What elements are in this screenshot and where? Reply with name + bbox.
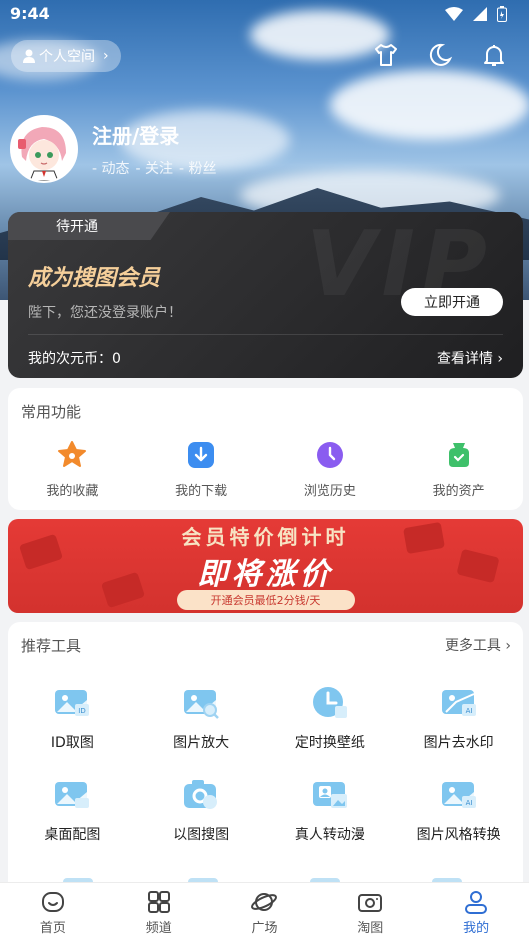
vip-status-tab: 待开通 — [8, 212, 170, 240]
user-icon — [23, 49, 35, 63]
common-functions-card: 常用功能 我的收藏 我的下载 浏览历史 我的资产 — [8, 388, 523, 510]
nav-label: 首页 — [39, 921, 66, 936]
downloads-label: 我的下载 — [175, 484, 228, 499]
tool-label: 桌面配图 — [44, 827, 101, 843]
timer-wallpaper-icon — [311, 686, 349, 720]
grid-icon — [147, 891, 170, 913]
personal-space-label: 个人空间 — [39, 49, 95, 65]
profile-icon — [465, 891, 488, 914]
wallet-icon — [444, 440, 474, 470]
vip-title: 成为搜图会员 — [28, 266, 161, 291]
home-icon — [41, 892, 64, 912]
open-vip-button[interactable]: 立即开通 — [401, 288, 503, 316]
tool-label: 图片放大 — [173, 735, 230, 751]
stat-followers[interactable]: - 粉丝 — [179, 158, 217, 178]
personal-space-button[interactable]: 个人空间 › — [11, 40, 121, 72]
history-button[interactable]: 浏览历史 — [266, 440, 395, 499]
favorites-button[interactable]: 我的收藏 — [8, 440, 137, 499]
tool-label: 图片去水印 — [423, 735, 494, 751]
common-functions-title: 常用功能 — [21, 403, 82, 421]
tool-label: 定时换壁纸 — [294, 735, 365, 751]
tool-style-transfer[interactable]: AI 图片风格转换 — [394, 778, 523, 844]
tool-label: 图片风格转换 — [416, 827, 501, 843]
tools-grid: ID ID取图 图片放大 定时换壁纸 AI 图片去水印 桌面配图 以图搜图 真人… — [8, 686, 523, 844]
login-register-link[interactable]: 注册/登录 — [92, 120, 179, 149]
chevron-right-icon: › — [103, 48, 109, 64]
tool-desktop-image[interactable]: 桌面配图 — [8, 778, 137, 844]
nav-home[interactable]: 首页 — [0, 883, 106, 942]
banner-countdown-text: 会员特价倒计时 — [181, 525, 350, 549]
tshirt-icon[interactable] — [373, 42, 399, 68]
more-tools-link[interactable]: 更多工具 › — [445, 635, 511, 655]
banner-headline: 即将涨价 — [197, 557, 334, 592]
stat-following[interactable]: - 关注 — [136, 158, 174, 178]
downloads-button[interactable]: 我的下载 — [137, 440, 266, 499]
nav-label: 我的 — [463, 921, 490, 936]
favorites-label: 我的收藏 — [46, 484, 99, 499]
common-functions-list: 我的收藏 我的下载 浏览历史 我的资产 — [8, 440, 523, 499]
tool-id-photo[interactable]: ID ID取图 — [8, 686, 137, 752]
svg-text:AI: AI — [465, 707, 472, 715]
image-search-icon — [182, 778, 220, 812]
recommended-tools-card: 推荐工具 更多工具 › ID ID取图 图片放大 定时换壁纸 AI 图片去水印 — [8, 622, 523, 902]
status-icons — [445, 6, 507, 22]
history-label: 浏览历史 — [303, 484, 356, 499]
status-time: 9:44 — [10, 4, 50, 23]
divider — [28, 334, 503, 335]
remove-watermark-icon: AI — [440, 686, 478, 720]
tool-label: 真人转动漫 — [294, 827, 365, 843]
tool-image-zoom[interactable]: 图片放大 — [137, 686, 266, 752]
user-stats: - 动态 - 关注 - 粉丝 — [92, 158, 217, 178]
nav-mine[interactable]: 我的 — [423, 883, 529, 942]
bell-icon[interactable] — [481, 42, 507, 68]
vip-description: 陛下，您还没登录账户！ — [28, 305, 182, 321]
recommended-tools-title: 推荐工具 — [21, 637, 82, 655]
tool-label: ID取图 — [50, 735, 94, 751]
banner-price-pill: 开通会员最低2分钱/天 — [176, 590, 355, 610]
image-zoom-icon — [182, 686, 220, 720]
cloud-decoration — [330, 70, 529, 140]
svg-text:ID: ID — [79, 707, 86, 715]
vip-card: VIP 待开通 成为搜图会员 陛下，您还没登录账户！ 立即开通 我的次元币：0 … — [8, 212, 523, 378]
battery-icon — [497, 6, 507, 22]
tool-remove-watermark[interactable]: AI 图片去水印 — [394, 686, 523, 752]
coin-balance: 我的次元币：0 — [28, 351, 121, 367]
nav-taotu[interactable]: 淘图 — [317, 883, 423, 942]
wifi-icon — [445, 7, 463, 21]
tool-photo-to-anime[interactable]: 真人转动漫 — [266, 778, 395, 844]
style-transfer-icon: AI — [440, 778, 478, 812]
photo-to-anime-icon — [311, 778, 349, 812]
id-photo-icon: ID — [53, 686, 91, 720]
vip-promo-banner[interactable]: 会员特价倒计时 即将涨价 开通会员最低2分钱/天 — [8, 519, 523, 613]
bottom-navigation: 首页 频道 广场 淘图 我的 — [0, 882, 529, 942]
tool-image-search[interactable]: 以图搜图 — [137, 778, 266, 844]
camera-icon — [358, 894, 383, 912]
download-icon — [186, 440, 216, 470]
nav-label: 广场 — [251, 921, 278, 936]
nav-label: 淘图 — [357, 921, 384, 936]
nav-channels[interactable]: 频道 — [106, 883, 212, 942]
signal-icon — [473, 7, 487, 21]
tool-label: 以图搜图 — [173, 827, 230, 843]
assets-button[interactable]: 我的资产 — [394, 440, 523, 499]
assets-label: 我的资产 — [432, 484, 485, 499]
planet-icon — [251, 893, 278, 911]
star-icon — [57, 440, 87, 470]
nav-label: 频道 — [145, 921, 172, 936]
stat-posts[interactable]: - 动态 — [92, 158, 130, 178]
header-actions — [373, 42, 507, 68]
avatar[interactable] — [10, 115, 78, 183]
status-bar: 9:44 — [0, 0, 529, 30]
tool-timer-wallpaper[interactable]: 定时换壁纸 — [266, 686, 395, 752]
svg-text:AI: AI — [465, 799, 472, 807]
clock-icon — [315, 440, 345, 470]
moon-icon[interactable] — [427, 42, 453, 68]
view-details-link[interactable]: 查看详情 › — [437, 348, 503, 368]
nav-square[interactable]: 广场 — [212, 883, 318, 942]
desktop-image-icon — [53, 778, 91, 812]
